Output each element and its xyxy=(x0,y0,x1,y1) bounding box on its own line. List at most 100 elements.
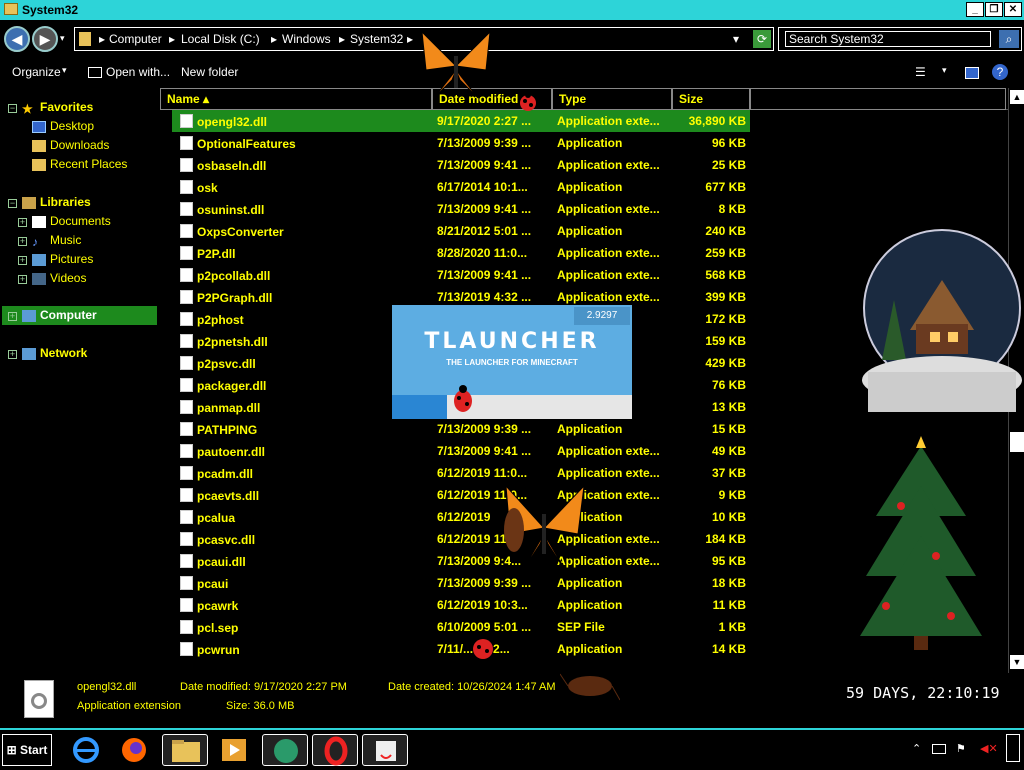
breadcrumb-local-disk[interactable]: Local Disk (C:) xyxy=(181,32,260,46)
nav-recent-places-label: Recent Places xyxy=(50,157,128,171)
table-row[interactable]: pcaui 7/13/2009 9:39 ... Application 18 KB xyxy=(172,572,750,594)
expand-network-toggle[interactable]: + xyxy=(8,350,17,359)
table-row[interactable]: pcaui.dll 7/13/2009 9:4... Application ext… xyxy=(172,550,750,572)
nav-videos-label: Videos xyxy=(50,271,87,285)
open-with-button[interactable]: Open with... xyxy=(106,65,170,79)
back-button[interactable]: ◀ xyxy=(4,26,30,52)
collapse-libraries-toggle[interactable]: − xyxy=(8,199,17,208)
table-row[interactable]: pcl.sep 6/10/2009 5:01 ... SEP File 1 KB xyxy=(172,616,750,638)
view-list-icon[interactable]: ☰ xyxy=(915,65,926,79)
table-row[interactable]: pcawrk 6/12/2019 10:3... Application 11 KB xyxy=(172,594,750,616)
file-name-label: P2PGraph.dll xyxy=(197,291,273,305)
column-header-empty[interactable] xyxy=(750,88,1006,110)
table-row[interactable]: osbaseln.dll 7/13/2009 9:41 ... Applicatio… xyxy=(172,154,750,176)
column-header-size[interactable]: Size xyxy=(672,88,750,110)
star-icon: ★ xyxy=(22,101,33,116)
file-explorer-icon[interactable] xyxy=(162,734,208,766)
minimize-button[interactable]: _ xyxy=(966,2,984,17)
table-row[interactable]: P2P.dll 8/28/2020 11:0... Application exte… xyxy=(172,242,750,264)
scroll-down-arrow[interactable]: ▼ xyxy=(1010,655,1024,669)
table-row[interactable]: PATHPING 7/13/2009 9:39 ... Application 15 … xyxy=(172,418,750,440)
table-row[interactable]: pcalua 6/12/2019 Application 10 KB xyxy=(172,506,750,528)
table-row[interactable]: pcadm.dll 6/12/2019 11:0... Application ex… xyxy=(172,462,750,484)
chevron-down-icon[interactable]: ▾ xyxy=(62,65,67,76)
table-row[interactable]: p2pcollab.dll 7/13/2009 9:41 ... Applicati… xyxy=(172,264,750,286)
dll-file-icon xyxy=(180,268,193,282)
media-player-icon[interactable] xyxy=(214,734,254,766)
table-row[interactable]: OxpsConverter 8/21/2012 5:01 ... Applicati… xyxy=(172,220,750,242)
search-box[interactable]: ⌕ xyxy=(778,27,1022,51)
table-row[interactable]: osk 6/17/2014 10:1... Application 677 KB xyxy=(172,176,750,198)
details-file-name: opengl32.dll xyxy=(77,681,137,693)
search-icon[interactable]: ⌕ xyxy=(999,30,1019,48)
breadcrumb-separator[interactable]: ▸ xyxy=(271,32,277,46)
expand-music-toggle[interactable]: + xyxy=(18,237,27,246)
breadcrumb-separator[interactable]: ▸ xyxy=(169,32,175,46)
table-row[interactable]: opengl32.dll 9/17/2020 2:27 ... Applicatio… xyxy=(172,110,750,132)
nav-favorites[interactable]: ★ Favorites xyxy=(22,100,93,116)
opera-icon[interactable] xyxy=(312,734,358,766)
show-desktop-button[interactable] xyxy=(1006,734,1020,762)
table-row[interactable]: OptionalFeatures 7/13/2009 9:39 ... Applic… xyxy=(172,132,750,154)
firefox-icon[interactable] xyxy=(114,734,154,766)
start-button[interactable]: ⊞ Start xyxy=(2,734,52,766)
column-header-type[interactable]: Type xyxy=(552,88,672,110)
nav-recent-places[interactable]: Recent Places xyxy=(32,157,127,171)
nav-pictures[interactable]: Pictures xyxy=(32,252,93,266)
breadcrumb-system32[interactable]: System32 xyxy=(350,32,403,46)
nav-libraries[interactable]: Libraries xyxy=(22,195,91,209)
nav-videos[interactable]: Videos xyxy=(32,271,86,285)
file-size: 429 KB xyxy=(705,356,746,370)
expand-computer-toggle[interactable]: + xyxy=(8,312,17,321)
search-input[interactable] xyxy=(785,31,991,47)
preview-pane-icon[interactable] xyxy=(965,67,979,79)
breadcrumb-computer[interactable]: Computer xyxy=(109,32,162,46)
launcher-progress-bar xyxy=(392,395,632,419)
open-with-icon xyxy=(88,67,102,78)
nav-music[interactable]: ♪ Music xyxy=(32,233,81,249)
address-history-dropdown[interactable]: ▾ xyxy=(733,32,739,46)
expand-pictures-toggle[interactable]: + xyxy=(18,256,27,265)
organize-menu[interactable]: Organize xyxy=(12,65,61,79)
table-row[interactable]: osuninst.dll 7/13/2009 9:41 ... Applicatio… xyxy=(172,198,750,220)
scrollbar-thumb[interactable] xyxy=(1010,432,1024,452)
action-center-flag-icon[interactable]: ⚑ xyxy=(956,742,966,755)
nav-computer[interactable]: Computer xyxy=(22,308,97,322)
close-button[interactable]: ✕ xyxy=(1004,2,1022,17)
nav-desktop[interactable]: Desktop xyxy=(32,119,94,133)
title-bar[interactable]: System32 _ ❐ ✕ xyxy=(0,0,1024,20)
breadcrumb-separator[interactable]: ▸ xyxy=(407,32,413,46)
launcher-subtitle: THE LAUNCHER FOR MINECRAFT xyxy=(446,358,578,367)
network-icon[interactable] xyxy=(932,744,946,754)
java-icon[interactable] xyxy=(362,734,408,766)
table-row[interactable]: pcwrun 7/11/... 11:2... Application 14 KB xyxy=(172,638,750,660)
recent-pages-dropdown[interactable]: ▾ xyxy=(60,33,65,44)
maximize-button[interactable]: ❐ xyxy=(985,2,1003,17)
refresh-icon[interactable]: ⟳ xyxy=(753,30,771,48)
help-icon[interactable]: ? xyxy=(992,64,1008,80)
file-name: P2P.dll xyxy=(180,246,430,261)
views-dropdown-icon[interactable]: ▾ xyxy=(942,65,947,76)
chat-icon[interactable] xyxy=(262,734,308,766)
file-name-label: pautoenr.dll xyxy=(197,445,266,459)
nav-downloads[interactable]: Downloads xyxy=(32,138,109,152)
scroll-up-arrow[interactable]: ▲ xyxy=(1010,90,1024,104)
breadcrumb-separator[interactable]: ▸ xyxy=(99,32,105,46)
nav-documents[interactable]: Documents xyxy=(32,214,111,228)
expand-documents-toggle[interactable]: + xyxy=(18,218,27,227)
expand-videos-toggle[interactable]: + xyxy=(18,275,27,284)
table-row[interactable]: pcaevts.dll 6/12/2019 11:0... Application … xyxy=(172,484,750,506)
internet-explorer-icon[interactable] xyxy=(66,734,106,766)
column-header-name[interactable]: Name ▴ xyxy=(160,88,432,110)
new-folder-button[interactable]: New folder xyxy=(181,65,238,79)
volume-muted-icon[interactable]: ◀✕ xyxy=(980,742,998,755)
breadcrumb-separator[interactable]: ▸ xyxy=(339,32,345,46)
file-type: Application exte... xyxy=(557,202,660,216)
table-row[interactable]: pcasvc.dll 6/12/2019 11:... Application ex… xyxy=(172,528,750,550)
nav-network[interactable]: Network xyxy=(22,346,87,360)
forward-button[interactable]: ▶ xyxy=(32,26,58,52)
collapse-favorites-toggle[interactable]: − xyxy=(8,104,17,113)
table-row[interactable]: pautoenr.dll 7/13/2009 9:41 ... Applicatio… xyxy=(172,440,750,462)
show-hidden-icons-icon[interactable]: ⌃ xyxy=(912,742,921,755)
breadcrumb-windows[interactable]: Windows xyxy=(282,32,331,46)
